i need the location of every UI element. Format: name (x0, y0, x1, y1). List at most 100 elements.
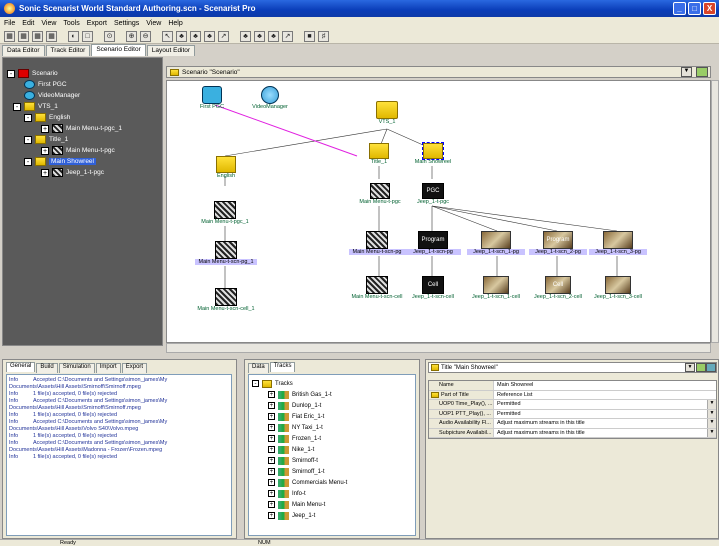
track-item[interactable]: + NY Taxi_1-t (252, 422, 415, 433)
property-value[interactable]: Adjust maximum streams in this title ▼ (494, 419, 716, 428)
tree-item-main-showreel[interactable]: - Main Showreel (7, 156, 162, 167)
add-domain-icon[interactable]: ♣ (254, 30, 265, 42)
grid-view-2-icon[interactable]: ▦ (18, 30, 29, 42)
node-main-showreel[interactable]: Main Showreel (413, 142, 453, 165)
track-item[interactable]: + British Gas_1-t (252, 389, 415, 400)
zoom-in-icon[interactable]: ⊕ (126, 30, 137, 42)
log-list[interactable]: Info Accepted C:\Documents and Settings\s… (6, 374, 232, 536)
expand-icon[interactable]: + (268, 413, 275, 420)
node-english[interactable]: English (212, 156, 240, 179)
link-icon[interactable]: ↗ (218, 30, 229, 42)
add-menu-icon[interactable]: ♣ (204, 30, 215, 42)
tree-item-jeep-pgc[interactable]: + Jeep_1-t-pgc (7, 167, 162, 178)
tracks-root[interactable]: - Tracks (252, 378, 415, 389)
node-jeep-scn2-cell[interactable]: Cell Jeep_1-t-scn_2-cell (529, 276, 587, 300)
add-title-icon[interactable]: ♣ (176, 30, 187, 42)
menu-settings[interactable]: Settings (114, 20, 139, 27)
chevron-down-icon[interactable]: ▼ (685, 363, 695, 372)
tree-item-videomanager[interactable]: VideoManager (7, 90, 162, 101)
track-item[interactable]: + Frozen_1-t (252, 433, 415, 444)
menu-view-2[interactable]: View (146, 20, 161, 27)
menu-file[interactable]: File (4, 20, 15, 27)
target-icon[interactable]: ⊙ (104, 30, 115, 42)
tab-data-editor[interactable]: Data Editor (2, 45, 45, 56)
zoom-out-icon[interactable]: ⊖ (140, 30, 151, 42)
close-button[interactable]: X (703, 2, 716, 15)
go-icon[interactable] (696, 67, 708, 77)
node-vts-1[interactable]: VTS_1 (372, 101, 402, 125)
tree-item-english[interactable]: - English (7, 112, 162, 123)
node-main-menu-scn-cell[interactable]: Main Menu-t-scn-cell (349, 276, 405, 300)
connect-icon[interactable]: ↗ (282, 30, 293, 42)
properties-selector[interactable]: Title "Main Showreel" ▼ (428, 362, 717, 373)
menu-tools[interactable]: Tools (63, 20, 79, 27)
collapse-icon[interactable]: - (24, 135, 32, 144)
node-main-menu-scn-cell-1[interactable]: Main Menu-t-scn-cell_1 (193, 288, 259, 312)
collapse-icon[interactable]: - (24, 113, 32, 122)
expand-icon[interactable]: + (41, 146, 49, 155)
grid-view-3-icon[interactable]: ▦ (32, 30, 43, 42)
tree-item-vts-1[interactable]: - VTS_1 (7, 101, 162, 112)
node-first-pgc[interactable]: First PGC (191, 86, 233, 110)
node-jeep-pgc[interactable]: PGC Jeep_1-t-pgc (413, 183, 453, 205)
node-jeep-scn3-pg[interactable]: Jeep_1-t-scn_3-pg (589, 231, 647, 255)
track-item[interactable]: + Nike_1-t (252, 444, 415, 455)
grid-view-icon[interactable]: ▦ (4, 30, 15, 42)
node-videomanager[interactable]: VideoManager (245, 86, 295, 110)
expand-icon[interactable]: + (268, 501, 275, 508)
pointer-icon[interactable]: ↖ (162, 30, 173, 42)
vertical-scrollbar[interactable] (711, 80, 719, 343)
tree-item-main-menu-pgc[interactable]: + Main Menu-t-pgc (7, 145, 162, 156)
track-item[interactable]: + Jeep_1-t (252, 510, 415, 521)
tab-data[interactable]: Data (248, 363, 269, 373)
property-value[interactable]: Main Showreel (494, 381, 716, 390)
property-value[interactable]: Adjust maximum streams in this title ▼ (494, 428, 716, 437)
minimize-button[interactable]: _ (673, 2, 686, 15)
expand-icon[interactable]: + (268, 391, 275, 398)
scenario-selector[interactable]: Scenario "Scenario" ▼ (166, 66, 711, 78)
stop-icon[interactable]: ■ (304, 30, 315, 42)
track-item[interactable]: + Info-t (252, 488, 415, 499)
find-icon[interactable]: ♯ (318, 30, 329, 42)
expand-icon[interactable]: + (268, 457, 275, 464)
chevron-down-icon[interactable]: ▼ (707, 428, 716, 437)
add-program-icon[interactable]: ♣ (268, 30, 279, 42)
tree-item-first-pgc[interactable]: First PGC (7, 79, 162, 90)
chevron-down-icon[interactable]: ▼ (707, 409, 716, 418)
node-jeep-scn-pg[interactable]: Program Jeep_1-t-scn-pg (405, 231, 461, 255)
chevron-down-icon[interactable]: ▼ (707, 400, 716, 409)
node-main-menu-pgc[interactable]: Main Menu-t-pgc (357, 183, 403, 205)
node-jeep-scn1-cell[interactable]: Jeep_1-t-scn_1-cell (467, 276, 525, 300)
node-main-menu-scn-pg-1[interactable]: Main Menu-t-scn-pg_1 (195, 241, 257, 265)
chevron-down-icon[interactable]: ▼ (681, 67, 692, 77)
collapse-icon[interactable]: - (13, 102, 21, 111)
expand-icon[interactable]: + (41, 124, 49, 133)
property-value[interactable]: Permitted ▼ (494, 409, 716, 418)
chevron-down-icon[interactable]: ▼ (707, 419, 716, 428)
expand-icon[interactable]: + (268, 468, 275, 475)
node-main-menu-pgc-1[interactable]: Main Menu-t-pgc_1 (197, 201, 253, 225)
tab-track-editor[interactable]: Track Editor (45, 45, 91, 56)
tree-item-scenario[interactable]: - Scenario (7, 68, 162, 79)
apply-icon[interactable] (696, 363, 706, 372)
tab-build[interactable]: Build (36, 363, 58, 373)
tab-simulation[interactable]: Simulation (58, 363, 95, 373)
node-jeep-scn1-pg[interactable]: Jeep_1-t-scn_1-pg (467, 231, 525, 255)
expand-icon[interactable]: + (268, 424, 275, 431)
track-item[interactable]: + Smirnoff_1-t (252, 466, 415, 477)
refresh-icon[interactable] (706, 363, 716, 372)
collapse-icon[interactable]: - (7, 69, 15, 78)
property-row-name[interactable]: Name Main Showreel (429, 381, 716, 391)
node-jeep-scn2-pg[interactable]: Program Jeep_1-t-scn_2-pg (529, 231, 587, 255)
scenario-canvas[interactable]: First PGC VideoManager VTS_1 English Tit… (166, 80, 711, 343)
expand-icon[interactable]: + (268, 435, 275, 442)
node-jeep-scn3-cell[interactable]: Jeep_1-t-scn_3-cell (589, 276, 647, 300)
horizontal-scrollbar[interactable] (166, 343, 711, 353)
tab-export[interactable]: Export (121, 363, 148, 373)
tab-tracks[interactable]: Tracks (269, 362, 296, 372)
property-row-subpicture[interactable]: Subpicture Availabil... Adjust maximum s… (429, 428, 716, 438)
tree-item-main-menu-pgc-1[interactable]: + Main Menu-t-pgc_1 (7, 123, 162, 134)
property-row-uop1[interactable]: UOP1 PTT_Play(), ... Permitted ▼ (429, 409, 716, 419)
expand-icon[interactable]: + (268, 490, 275, 497)
menu-view[interactable]: View (41, 20, 56, 27)
